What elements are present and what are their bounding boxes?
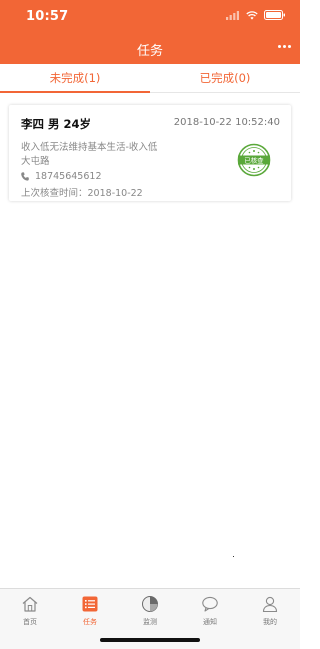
stamp-text: 已核查 xyxy=(244,156,264,165)
last-check-row: 上次核查时间：2018-10-22 xyxy=(21,185,143,199)
stray-dot xyxy=(233,556,234,557)
task-list: 李四 男 24岁 2018-10-22 10:52:40 收入低无法维持基本生活… xyxy=(0,93,300,587)
phone-number[interactable]: 18745645612 xyxy=(35,171,102,182)
task-card[interactable]: 李四 男 24岁 2018-10-22 10:52:40 收入低无法维持基本生活… xyxy=(9,105,291,201)
tabbar-item-mine[interactable]: 我的 xyxy=(240,589,300,649)
phone-row: 18745645612 xyxy=(21,171,102,182)
verified-stamp-icon: 已核查 xyxy=(237,143,271,177)
tabbar-label-notice: 通知 xyxy=(203,618,217,626)
battery-icon xyxy=(264,10,285,20)
person-info: 李四 男 24岁 xyxy=(21,117,92,131)
reason-text: 收入低无法维持基本生活-收入低 xyxy=(21,142,158,153)
task-list-icon xyxy=(82,596,98,612)
monitor-pie-icon xyxy=(142,596,158,612)
tabbar-label-task: 任务 xyxy=(83,618,97,626)
status-time: 10:57 xyxy=(26,9,69,24)
status-tabs: 未完成(1) 已完成(0) xyxy=(0,64,300,93)
address-text: 大屯路 xyxy=(21,156,50,167)
more-options-button[interactable] xyxy=(274,38,294,54)
app-screen: 10:57 任务 未完成(1) 已完成(0) 李四 男 24岁 2018-10-… xyxy=(0,0,300,649)
signal-icon xyxy=(226,10,239,20)
tabbar-label-home: 首页 xyxy=(23,618,37,626)
task-description: 收入低无法维持基本生活-收入低 大屯路 xyxy=(21,141,176,169)
bottom-tab-bar: 首页 任务 监测 通知 我的 xyxy=(0,588,300,649)
tabbar-label-mine: 我的 xyxy=(263,618,277,626)
task-datetime: 2018-10-22 10:52:40 xyxy=(173,117,280,128)
tab-incomplete[interactable]: 未完成(1) xyxy=(0,64,150,93)
more-dot-icon xyxy=(287,44,291,48)
user-icon xyxy=(262,596,278,613)
last-check-label: 上次核查时间： xyxy=(21,188,88,199)
wifi-icon xyxy=(246,10,258,20)
page-title: 任务 xyxy=(136,44,163,59)
status-icons xyxy=(226,10,286,20)
phone-icon xyxy=(21,172,29,181)
last-check-date: 2018-10-22 xyxy=(87,188,143,199)
chat-bubble-icon xyxy=(202,596,218,612)
more-dot-icon xyxy=(282,44,286,48)
tabbar-item-home[interactable]: 首页 xyxy=(0,589,60,649)
app-header: 10:57 任务 xyxy=(0,0,300,64)
tab-completed[interactable]: 已完成(0) xyxy=(150,64,300,92)
home-icon xyxy=(22,596,38,612)
more-dot-icon xyxy=(277,44,281,48)
home-indicator xyxy=(100,638,200,642)
tabbar-label-monitor: 监测 xyxy=(143,618,157,626)
